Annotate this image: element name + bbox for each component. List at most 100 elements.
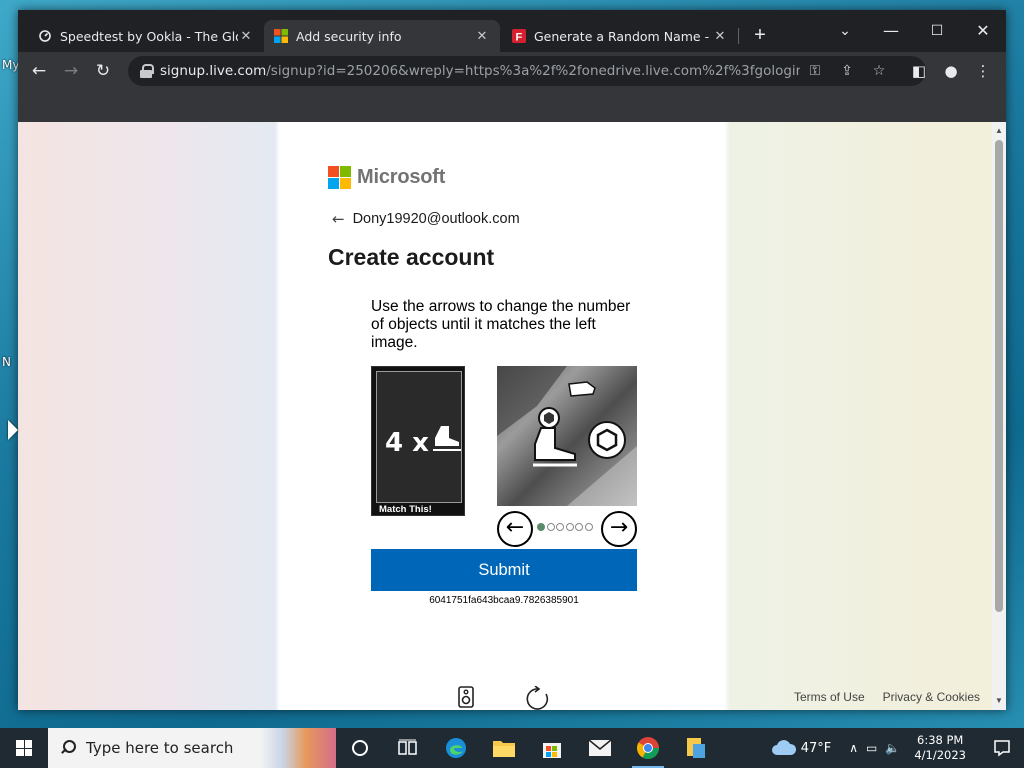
share-icon[interactable]: ⇪: [836, 60, 858, 82]
taskbar-search[interactable]: Type here to search: [48, 728, 336, 768]
clock-date: 4/1/2023: [914, 748, 966, 762]
notes-app-icon[interactable]: [672, 728, 720, 768]
browser-window: Speedtest by Ookla - The Global ✕ Add se…: [18, 10, 1006, 710]
weather-cloud-icon[interactable]: [771, 738, 797, 758]
start-button[interactable]: [0, 728, 48, 768]
system-tray: 47°F ∧ ▭ 🔈 6:38 PM 4/1/2023: [771, 728, 1024, 768]
new-tab-plus-icon[interactable]: +: [748, 24, 772, 48]
progress-dot: [584, 523, 593, 531]
search-placeholder: Type here to search: [86, 739, 234, 757]
search-highlight-art[interactable]: [260, 728, 336, 768]
cortana-icon[interactable]: [336, 728, 384, 768]
reload-icon[interactable]: ↻: [90, 58, 116, 84]
edge-icon[interactable]: [432, 728, 480, 768]
audio-challenge-icon[interactable]: [457, 686, 475, 708]
page-scrollbar[interactable]: ▲ ▼: [992, 122, 1006, 710]
side-panel-icon[interactable]: ◧: [906, 58, 932, 84]
tab-title: Add security info: [296, 28, 402, 44]
network-icon[interactable]: ▭: [866, 741, 877, 755]
tab-title: Speedtest by Ookla - The Global: [60, 28, 238, 44]
microsoft-icon: [274, 29, 288, 43]
star-icon[interactable]: ☆: [868, 60, 890, 82]
progress-dot: [565, 523, 574, 531]
close-window-icon[interactable]: ✕: [960, 16, 1006, 46]
hex-nut-small-icon: [538, 407, 560, 429]
microsoft-logo-icon: [328, 166, 351, 189]
maximize-icon[interactable]: ☐: [914, 16, 960, 46]
captcha-puzzle: Use the arrows to change the number of o…: [371, 298, 641, 606]
ice-skate-small-icon: [568, 381, 596, 397]
brand-name: Microsoft: [357, 166, 446, 188]
mail-icon[interactable]: [576, 728, 624, 768]
back-icon[interactable]: ←: [26, 58, 52, 84]
tab-strip: Speedtest by Ookla - The Global ✕ Add se…: [18, 10, 1006, 52]
lock-icon[interactable]: [140, 64, 154, 78]
refresh-challenge-icon[interactable]: [525, 686, 551, 710]
identity-banner[interactable]: ← Dony19920@outlook.com: [332, 210, 520, 228]
tab-title: Generate a Random Name - Fake: [534, 28, 712, 44]
weather-temp[interactable]: 47°F: [801, 741, 832, 756]
chrome-icon[interactable]: [624, 728, 672, 768]
tab-speedtest[interactable]: Speedtest by Ookla - The Global ✕: [28, 20, 264, 52]
clock-time: 6:38 PM: [917, 733, 964, 747]
back-arrow-icon[interactable]: ←: [332, 210, 345, 228]
captcha-target-image: 4 x Match This!: [371, 366, 465, 516]
menu-icon[interactable]: ⋮: [970, 58, 996, 84]
footer-links: Terms of Use Privacy & Cookies: [776, 690, 980, 704]
windows-logo-icon: [16, 740, 32, 756]
mouse-cursor-icon: [8, 420, 18, 440]
tab-add-security-info[interactable]: Add security info ✕: [264, 20, 500, 52]
microsoft-logo: Microsoft: [328, 166, 445, 189]
tab-search-chevron-icon[interactable]: ⌄: [822, 16, 868, 46]
volume-icon[interactable]: 🔈: [885, 741, 900, 755]
privacy-cookies-link[interactable]: Privacy & Cookies: [883, 690, 980, 704]
taskbar-clock[interactable]: 6:38 PM 4/1/2023: [914, 733, 966, 763]
close-icon[interactable]: ✕: [238, 29, 254, 44]
captcha-instructions: Use the arrows to change the number of o…: [371, 298, 631, 351]
scroll-thumb[interactable]: [995, 140, 1003, 612]
tab-separator: [738, 28, 739, 44]
scroll-up-icon[interactable]: ▲: [992, 124, 1006, 138]
ice-skate-large-icon: [533, 427, 577, 467]
close-icon[interactable]: ✕: [712, 29, 728, 44]
captcha-progress-dots: [537, 523, 594, 531]
ice-skate-icon: [433, 426, 461, 451]
store-icon[interactable]: [528, 728, 576, 768]
next-arrow-button[interactable]: →: [601, 511, 637, 547]
page-viewport: Microsoft ← Dony19920@outlook.com Create…: [18, 122, 1006, 710]
scroll-down-icon[interactable]: ▼: [992, 694, 1006, 708]
bookmarks-bar: [18, 90, 1006, 122]
progress-dot: [556, 523, 564, 531]
progress-dot: [575, 523, 583, 531]
terms-of-use-link[interactable]: Terms of Use: [794, 690, 865, 704]
desktop-icon-label[interactable]: My: [2, 58, 19, 72]
progress-dot: [537, 523, 545, 531]
account-email: Dony19920@outlook.com: [352, 211, 520, 227]
forward-icon[interactable]: →: [58, 58, 84, 84]
chevron-up-icon[interactable]: ∧: [849, 741, 858, 755]
captcha-objects: [497, 366, 637, 506]
fake-name-icon: F: [512, 29, 526, 43]
previous-arrow-button[interactable]: ←: [497, 511, 533, 547]
tab-random-name[interactable]: F Generate a Random Name - Fake ✕: [502, 20, 738, 52]
target-frame: 4 x: [376, 371, 462, 503]
url-text[interactable]: signup.live.com/signup?id=250206&wreply=…: [160, 63, 800, 79]
submit-button[interactable]: Submit: [371, 549, 637, 591]
key-icon[interactable]: ⚿: [804, 60, 826, 82]
svg-text:F: F: [516, 32, 523, 44]
url-path: /signup?id=250206&wreply=https%3a%2f%2fo…: [266, 63, 800, 79]
signup-card: Microsoft ← Dony19920@outlook.com Create…: [284, 122, 724, 710]
close-icon[interactable]: ✕: [474, 29, 490, 44]
address-bar[interactable]: signup.live.com/signup?id=250206&wreply=…: [128, 56, 926, 86]
notifications-icon[interactable]: [980, 728, 1024, 768]
captcha-toolbar: [457, 686, 551, 710]
task-view-icon[interactable]: [384, 728, 432, 768]
profile-icon[interactable]: ●: [938, 58, 964, 84]
target-count: 4 x: [385, 428, 429, 458]
desktop-icon-label[interactable]: N: [2, 355, 11, 369]
minimize-icon[interactable]: —: [868, 16, 914, 46]
page-title: Create account: [328, 244, 495, 270]
browser-toolbar: ← → ↻ signup.live.com/signup?id=250206&w…: [18, 52, 1006, 90]
file-explorer-icon[interactable]: [480, 728, 528, 768]
match-label: Match This!: [379, 504, 432, 515]
